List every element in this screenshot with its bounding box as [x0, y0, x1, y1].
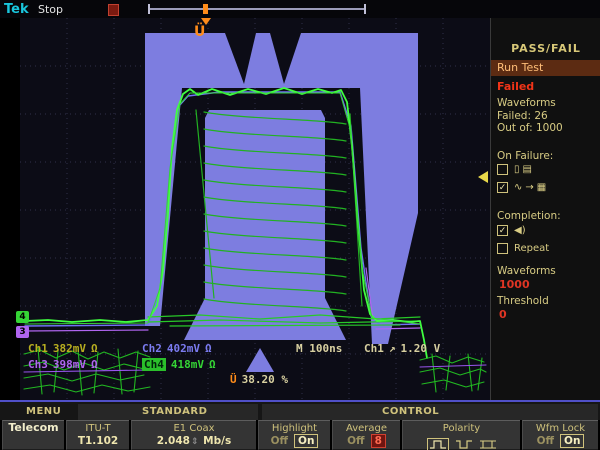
wfm-lock-button[interactable]: Wfm Lock Off On [522, 420, 598, 450]
trigger-source: Ch1 [364, 342, 384, 355]
completion-option-beep[interactable]: ✓ ◀) [497, 225, 526, 236]
ch1-readout: Ch1 382mV Ω [28, 342, 103, 355]
completion-label: Completion: [497, 210, 561, 222]
highlight-on[interactable]: On [294, 434, 318, 448]
e1-rate-value: 2.048 [157, 435, 190, 447]
trigger-readout: Ch1 ↗ 1.20 V [364, 342, 445, 355]
pass-fail-panel: PASS/FAIL Run Test Failed Waveforms Fail… [490, 18, 600, 402]
telecom-button[interactable]: Telecom [2, 420, 64, 450]
control-heading: CONTROL [382, 406, 439, 417]
failed-count: Failed: 26 [497, 110, 548, 122]
average-button[interactable]: Average Off 8 [332, 420, 400, 450]
ch3-value: 398mV [53, 358, 86, 371]
itut-standard-button[interactable]: ITU-T T1.102 [66, 420, 129, 450]
slope-icon: ↗ [389, 342, 396, 355]
delay-value: 38.20 % [242, 373, 288, 386]
ch3-readout: Ch3 398mV Ω [28, 358, 103, 371]
wfm-lock-label: Wfm Lock [523, 423, 598, 434]
standard-heading: STANDARD [142, 406, 207, 417]
ch4-readout: Ch4 418mV Ω [142, 358, 221, 371]
waveforms-stat-label: Waveforms [497, 97, 556, 109]
test-result-status: Failed [497, 80, 534, 93]
wfm-lock-on[interactable]: On [560, 434, 584, 448]
threshold-label: Threshold [497, 295, 549, 307]
waveforms-setting-value[interactable]: 1000 [499, 278, 530, 291]
average-off[interactable]: Off [347, 435, 364, 447]
on-failure-option-save-waveform[interactable]: ✓ ∿ → ▦ [497, 182, 546, 193]
soft-button-row: Telecom ITU-T T1.102 E1 Coax 2.048⇕ Mb/s… [0, 420, 600, 450]
out-of-count: Out of: 1000 [497, 122, 563, 134]
repeat-option[interactable]: Repeat [497, 243, 549, 254]
waveform-icon: ∿ [514, 182, 522, 193]
repeat-label: Repeat [514, 243, 549, 254]
both-pulse-icon[interactable] [479, 435, 497, 450]
ch4-value: 418mV [171, 358, 204, 371]
positive-pulse-icon[interactable] [427, 438, 449, 450]
highlight-label: Highlight [259, 423, 330, 434]
itut-label: ITU-T [67, 423, 129, 434]
on-failure-option-stop-print[interactable]: ▯ ▤ [497, 164, 532, 175]
checkbox-unchecked[interactable] [497, 164, 508, 175]
e1-label: E1 Coax [132, 423, 256, 434]
wfm-lock-off[interactable]: Off [537, 435, 554, 447]
speaker-icon: ◀) [514, 225, 526, 236]
channel3-marker[interactable]: 3 [16, 326, 29, 338]
ohm-symbol: Ω [91, 358, 98, 371]
top-status-bar: Tek Stop [0, 0, 600, 18]
delay-readout: Ü 38.20 % [230, 373, 293, 386]
ch4-label: Ch4 [142, 358, 166, 371]
record-left-bracket [148, 4, 150, 14]
menu-heading: MENU [26, 406, 61, 417]
arrow-icon: → [525, 182, 533, 193]
checkbox-checked[interactable]: ✓ [497, 225, 508, 236]
ch3-label: Ch3 [28, 358, 48, 371]
acquisition-icon [108, 4, 119, 16]
polarity-label: Polarity [403, 423, 520, 434]
ohm-symbol: Ω [205, 342, 212, 355]
ch2-label: Ch2 [142, 342, 162, 355]
menu-bar: MENU STANDARD CONTROL [0, 400, 600, 420]
record-trigger-tick[interactable] [203, 4, 208, 14]
tek-logo: Tek [4, 2, 29, 17]
highlight-button[interactable]: Highlight Off On [258, 420, 330, 450]
e1-coax-button[interactable]: E1 Coax 2.048⇕ Mb/s [131, 420, 256, 450]
doc-icon: ▯ [514, 164, 520, 175]
e1-rate: 2.048⇕ Mb/s [132, 435, 256, 447]
ch1-label: Ch1 [28, 342, 48, 355]
trigger-position-marker[interactable]: Ü [194, 24, 205, 40]
on-failure-label: On Failure: [497, 150, 553, 162]
checkbox-checked[interactable]: ✓ [497, 182, 508, 193]
polarity-button[interactable]: Polarity [402, 420, 520, 450]
channel4-marker[interactable]: 4 [16, 311, 29, 323]
threshold-value[interactable]: 0 [499, 308, 507, 321]
disk-icon: ▦ [537, 182, 546, 193]
oscilloscope-screen: Tek Stop [0, 0, 600, 450]
negative-pulse-icon[interactable] [455, 435, 473, 450]
panel-title: PASS/FAIL [491, 42, 600, 55]
timebase-readout: M 100ns [296, 342, 342, 355]
average-label: Average [333, 423, 400, 434]
telecom-label: Telecom [3, 421, 64, 434]
print-icon: ▤ [523, 164, 532, 175]
trigger-u-icon: Ü [230, 373, 237, 386]
record-right-bracket [364, 4, 366, 14]
record-view-bar[interactable] [148, 8, 366, 10]
ohm-symbol: Ω [209, 358, 216, 371]
ohm-symbol: Ω [91, 342, 98, 355]
acquisition-status: Stop [38, 3, 63, 16]
average-count[interactable]: 8 [371, 434, 386, 448]
checkbox-unchecked[interactable] [497, 243, 508, 254]
itut-value: T1.102 [67, 435, 129, 447]
trigger-level-arrow-icon[interactable] [478, 171, 488, 183]
ch2-value: 402mV [167, 342, 200, 355]
ch1-value: 382mV [53, 342, 86, 355]
trigger-level: 1.20 V [401, 342, 441, 355]
waveforms-setting-label: Waveforms [497, 265, 556, 277]
highlight-off[interactable]: Off [271, 435, 288, 447]
run-test-button[interactable]: Run Test [491, 60, 600, 76]
spinner-icon[interactable]: ⇕ [191, 437, 199, 447]
e1-rate-unit: Mb/s [203, 435, 231, 447]
ch2-readout: Ch2 402mV Ω [142, 342, 217, 355]
